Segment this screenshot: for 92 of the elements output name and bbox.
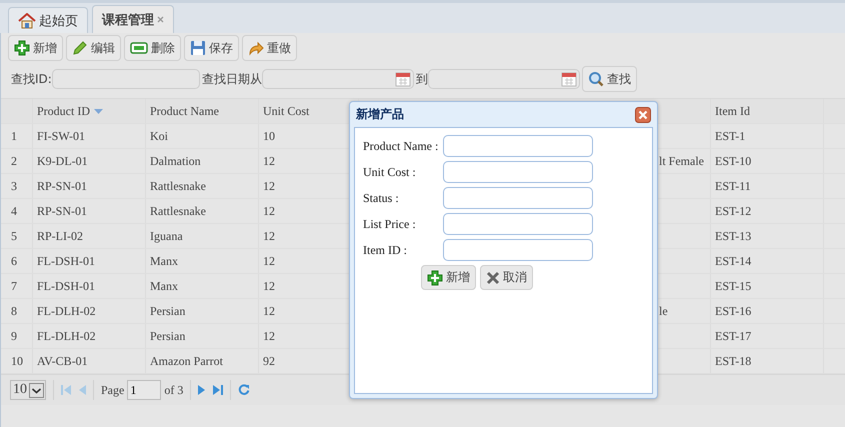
table-cell: EST-1: [711, 124, 824, 148]
input-field[interactable]: [443, 213, 593, 235]
id-input-field[interactable]: [52, 69, 200, 89]
date-to-label: 到: [416, 70, 428, 88]
column-header[interactable]: Item Id: [711, 99, 824, 123]
table-cell: RP-SN-01: [33, 174, 146, 198]
column-header[interactable]: Product Name: [146, 99, 259, 123]
table-cell: Amazon Parrot: [146, 349, 259, 373]
close-icon: [486, 270, 500, 284]
pencil-icon: [72, 40, 88, 56]
row-number: 2: [1, 149, 33, 173]
dialog-button[interactable]: 新增: [421, 265, 476, 290]
table-cell: RP-LI-02: [33, 224, 146, 248]
table-cell: Koi: [146, 124, 259, 148]
table-cell: EST-13: [711, 224, 824, 248]
page-label: Page: [101, 382, 124, 398]
last-page-icon[interactable]: [213, 385, 224, 395]
table-cell: FL-DSH-01: [33, 249, 146, 273]
page-number-field[interactable]: 1: [127, 380, 162, 400]
table-cell: EST-10: [711, 149, 824, 173]
tab[interactable]: 起始页: [8, 7, 88, 33]
refresh-icon[interactable]: [238, 384, 250, 396]
input-field[interactable]: [443, 135, 593, 157]
row-number: 7: [1, 274, 33, 298]
date-from-label: 查找日期从: [202, 70, 262, 88]
plus-icon: [427, 270, 443, 286]
table-cell: RP-SN-01: [33, 199, 146, 223]
first-page-icon[interactable]: [61, 385, 71, 395]
input-field[interactable]: [443, 161, 593, 183]
search-icon: [588, 71, 604, 87]
minus-icon: [130, 42, 148, 54]
next-page-icon[interactable]: [198, 385, 206, 395]
field-label: Status :: [363, 190, 400, 206]
row-number: 9: [1, 324, 33, 348]
table-cell: EST-17: [711, 324, 824, 348]
row-number: 3: [1, 174, 33, 198]
toolbar-button[interactable]: 保存: [184, 35, 239, 61]
row-number: 5: [1, 224, 33, 248]
field-label: List Price :: [363, 216, 417, 232]
table-cell: EST-15: [711, 274, 824, 298]
field-label: Unit Cost :: [363, 164, 417, 180]
plus-icon: [14, 40, 30, 56]
row-number: 6: [1, 249, 33, 273]
table-cell: Rattlesnake: [146, 199, 259, 223]
field-label: Item ID :: [363, 242, 408, 258]
table-cell: le: [659, 304, 668, 318]
table-cell: AV-CB-01: [33, 349, 146, 373]
toolbar-button[interactable]: 重做: [242, 35, 297, 61]
close-icon[interactable]: [635, 106, 651, 122]
curved-arrow-icon: [248, 40, 264, 56]
table-cell: FL-DSH-01: [33, 274, 146, 298]
table-cell: K9-DL-01: [33, 149, 146, 173]
table-cell: Iguana: [146, 224, 259, 248]
table-cell: FL-DLH-02: [33, 299, 146, 323]
table-cell: Manx: [146, 274, 259, 298]
table-cell: Rattlesnake: [146, 174, 259, 198]
toolbar-button[interactable]: 编辑: [66, 35, 121, 61]
dialog-title: 新增产品: [356, 106, 404, 123]
house-icon: [18, 12, 36, 28]
table-cell: EST-18: [711, 349, 824, 373]
table-cell: FL-DLH-02: [33, 324, 146, 348]
date-from-field[interactable]: [262, 69, 414, 89]
table-cell: Persian: [146, 299, 259, 323]
table-cell: Manx: [146, 249, 259, 273]
toolbar-button[interactable]: 新增: [8, 35, 63, 61]
table-cell: EST-16: [711, 299, 824, 323]
previous-page-icon[interactable]: [78, 385, 86, 395]
table-cell: EST-14: [711, 249, 824, 273]
table-cell: Persian: [146, 324, 259, 348]
table-cell: EST-11: [711, 174, 824, 198]
date-to-field[interactable]: [428, 69, 580, 89]
table-cell: EST-12: [711, 199, 824, 223]
row-number: 10: [1, 349, 33, 373]
table-cell: Dalmation: [146, 149, 259, 173]
row-number: 8: [1, 299, 33, 323]
input-field[interactable]: [443, 187, 593, 209]
calendar-icon[interactable]: [560, 71, 577, 87]
calendar-icon[interactable]: [394, 71, 411, 87]
search-id-label: 查找ID:: [11, 70, 52, 88]
toolbar-button[interactable]: 删除: [124, 35, 181, 61]
row-number: 1: [1, 124, 33, 148]
search-button[interactable]: 查找: [582, 66, 637, 92]
dialog-button[interactable]: 取消: [480, 265, 533, 290]
table-cell: lt Female: [659, 154, 704, 168]
table-cell: FI-SW-01: [33, 124, 146, 148]
tab[interactable]: 课程管理: [92, 5, 174, 33]
field-label: Product Name :: [363, 138, 440, 154]
page-count: of 3: [164, 382, 184, 398]
page-size-select[interactable]: 10: [10, 380, 46, 400]
row-number: 4: [1, 199, 33, 223]
column-header[interactable]: Product ID: [33, 99, 146, 123]
input-field[interactable]: [443, 239, 593, 261]
